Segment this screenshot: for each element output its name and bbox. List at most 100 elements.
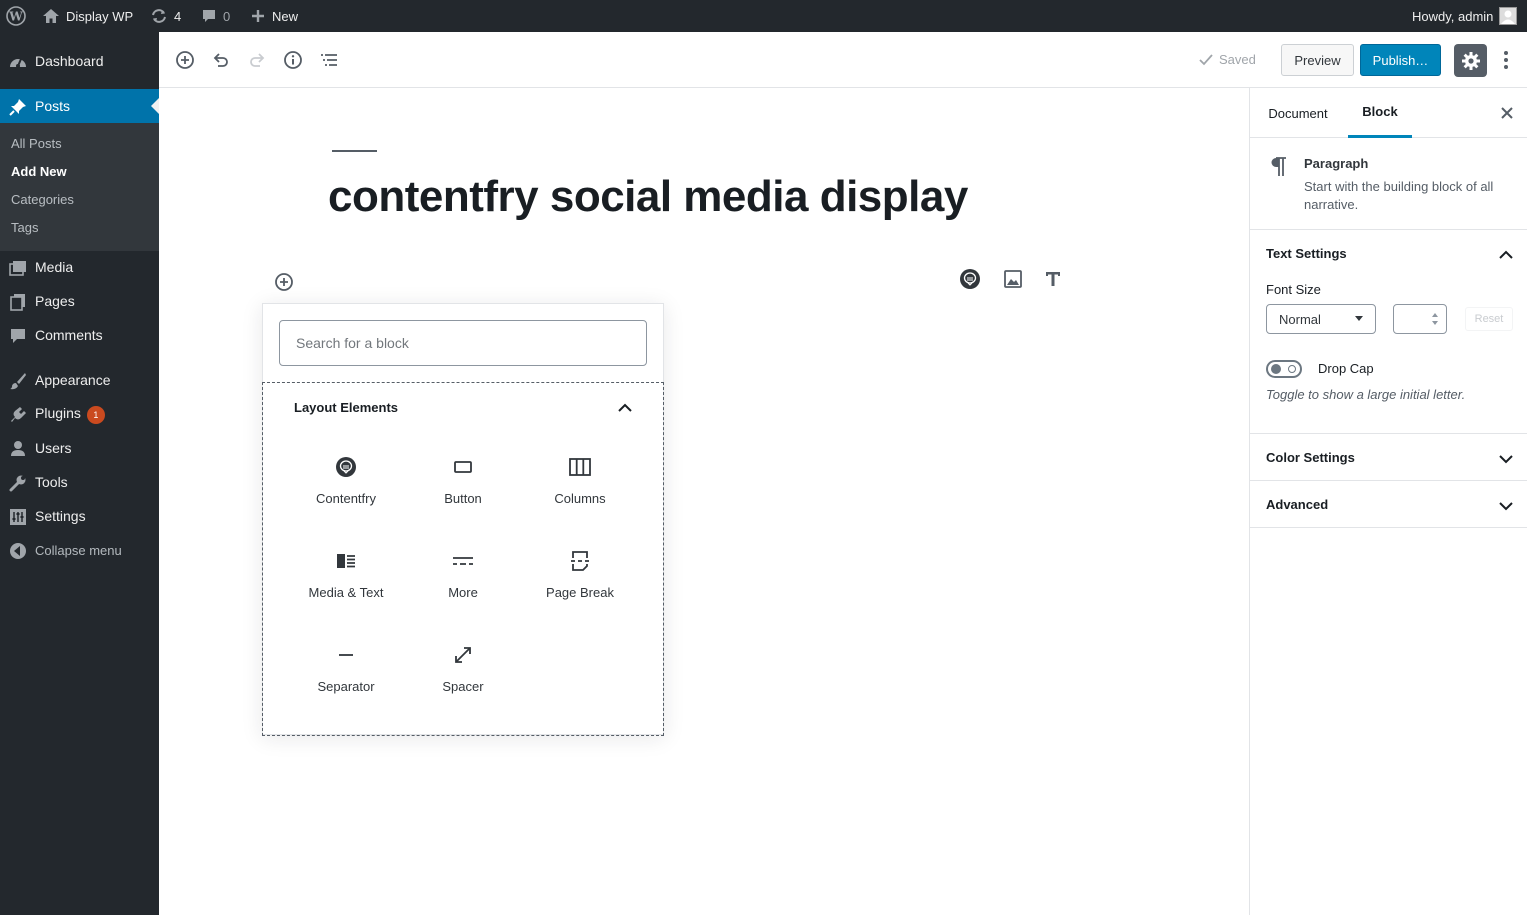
content-info-button[interactable] xyxy=(279,46,307,74)
sidebar-item-comments[interactable]: Comments xyxy=(0,318,159,352)
admin-sidebar: Dashboard Posts All Posts Add New Catego… xyxy=(0,32,159,915)
redo-button[interactable] xyxy=(243,46,271,74)
block-columns[interactable]: Columns xyxy=(525,445,635,525)
posts-submenu: All Posts Add New Categories Tags xyxy=(0,123,159,251)
submenu-categories[interactable]: Categories xyxy=(11,192,74,207)
collapse-menu-button[interactable]: Collapse menu xyxy=(0,533,159,567)
comments-count: 0 xyxy=(223,8,231,24)
sidebar-item-users[interactable]: Users xyxy=(0,431,159,465)
collapse-arrow-icon xyxy=(8,541,28,561)
active-indicator xyxy=(151,98,159,114)
comment-bubble-icon xyxy=(201,8,217,24)
checkmark-icon xyxy=(1199,53,1213,66)
block-card-description: Start with the building block of all nar… xyxy=(1304,179,1494,212)
block-spacer[interactable]: Spacer xyxy=(408,633,518,713)
sidebar-item-pages[interactable]: Pages xyxy=(0,284,159,318)
block-navigation-button[interactable] xyxy=(315,46,343,74)
block-search-input[interactable]: Search for a block xyxy=(279,320,647,366)
panel-title[interactable]: Layout Elements xyxy=(294,400,398,415)
font-size-reset-button[interactable]: Reset xyxy=(1465,307,1513,331)
info-icon xyxy=(283,50,303,70)
user-icon xyxy=(8,439,28,459)
pin-icon xyxy=(8,97,28,117)
font-size-select[interactable]: Normal xyxy=(1266,304,1376,334)
more-tools-button[interactable] xyxy=(1496,46,1516,74)
site-name: Display WP xyxy=(66,8,134,24)
toggle-off-indicator xyxy=(1288,365,1296,373)
block-card-title: Paragraph xyxy=(1304,156,1369,171)
block-separator[interactable]: Separator xyxy=(291,633,401,713)
updates-icon xyxy=(150,8,168,24)
sidebar-item-posts[interactable]: Posts xyxy=(0,89,159,123)
sidebar-item-tools[interactable]: Tools xyxy=(0,465,159,499)
spacer-icon xyxy=(453,643,473,667)
color-settings-title: Color Settings xyxy=(1266,450,1355,465)
block-more[interactable]: More xyxy=(408,539,518,619)
drop-cap-label: Drop Cap xyxy=(1318,361,1374,376)
post-title[interactable]: contentfry social media display xyxy=(328,172,968,222)
add-block-button[interactable] xyxy=(171,46,199,74)
add-contentfry-button[interactable] xyxy=(957,266,983,292)
sidebar-item-media[interactable]: Media xyxy=(0,250,159,284)
close-sidebar-button[interactable] xyxy=(1498,104,1516,122)
block-media-text[interactable]: Media & Text xyxy=(291,539,401,619)
settings-sidebar: Document Block Paragraph Start with the … xyxy=(1249,88,1527,915)
plugin-icon xyxy=(8,405,28,425)
tab-document[interactable]: Document xyxy=(1266,88,1330,138)
color-settings-panel[interactable]: Color Settings xyxy=(1250,434,1527,481)
preview-button[interactable]: Preview xyxy=(1281,44,1354,76)
avatar xyxy=(1499,7,1518,25)
gear-icon xyxy=(1461,51,1481,71)
undo-button[interactable] xyxy=(207,46,235,74)
custom-font-size-input[interactable] xyxy=(1393,304,1447,334)
updates-count: 4 xyxy=(174,8,182,24)
sidebar-item-settings[interactable]: Settings xyxy=(0,499,159,533)
site-name-link[interactable]: Display WP xyxy=(42,0,133,32)
inline-inserter-button[interactable] xyxy=(273,271,295,293)
new-content-link[interactable]: New xyxy=(250,0,298,32)
settings-icon xyxy=(8,507,28,527)
chevron-up-icon[interactable] xyxy=(1496,245,1516,265)
submenu-add-new[interactable]: Add New xyxy=(11,164,67,179)
list-icon xyxy=(319,50,339,70)
editor-header: Saved Preview Publish… xyxy=(159,32,1527,88)
submenu-tags[interactable]: Tags xyxy=(11,220,38,235)
image-icon xyxy=(1003,269,1023,289)
contentfry-icon xyxy=(335,455,357,479)
drop-cap-toggle[interactable] xyxy=(1266,360,1302,378)
page-break-icon xyxy=(570,549,590,573)
admin-bar: W Display WP 4 0 New Howdy, admin xyxy=(0,0,1527,32)
chevron-down-icon xyxy=(1496,449,1516,469)
wordpress-logo-icon[interactable]: W xyxy=(6,0,26,32)
add-image-button[interactable] xyxy=(1000,266,1026,292)
chevron-up-icon[interactable] xyxy=(615,398,635,418)
block-contentfry[interactable]: Contentfry xyxy=(291,445,401,525)
sidebar-item-appearance[interactable]: Appearance xyxy=(0,363,159,397)
block-inserter-popover: Search for a block Layout Elements Conte… xyxy=(262,303,664,736)
block-card: Paragraph Start with the building block … xyxy=(1250,138,1527,230)
advanced-panel[interactable]: Advanced xyxy=(1250,481,1527,528)
contentfry-icon xyxy=(959,268,981,290)
howdy-text: Howdy, admin xyxy=(1412,8,1494,24)
spinner-arrows-icon xyxy=(1432,312,1438,326)
updates-link[interactable]: 4 xyxy=(150,0,181,32)
sidebar-item-plugins[interactable]: Plugins 1 xyxy=(0,397,159,431)
tab-block[interactable]: Block xyxy=(1348,88,1412,138)
separator-icon xyxy=(338,643,354,667)
text-settings-title[interactable]: Text Settings xyxy=(1266,246,1347,261)
submenu-all-posts[interactable]: All Posts xyxy=(11,136,62,151)
new-label: New xyxy=(272,8,299,24)
sidebar-item-dashboard[interactable]: Dashboard xyxy=(0,44,159,78)
comments-link[interactable]: 0 xyxy=(201,0,230,32)
my-account-link[interactable]: Howdy, admin xyxy=(1412,0,1518,32)
home-icon xyxy=(42,8,60,24)
chevron-down-icon xyxy=(1496,496,1516,516)
block-button[interactable]: Button xyxy=(408,445,518,525)
publish-button[interactable]: Publish… xyxy=(1360,44,1441,76)
add-heading-button[interactable] xyxy=(1040,266,1066,292)
settings-toggle-button[interactable] xyxy=(1454,44,1487,77)
font-size-value: Normal xyxy=(1279,311,1321,327)
title-separator xyxy=(332,150,377,152)
block-page-break[interactable]: Page Break xyxy=(525,539,635,619)
caret-down-icon xyxy=(1355,316,1363,321)
